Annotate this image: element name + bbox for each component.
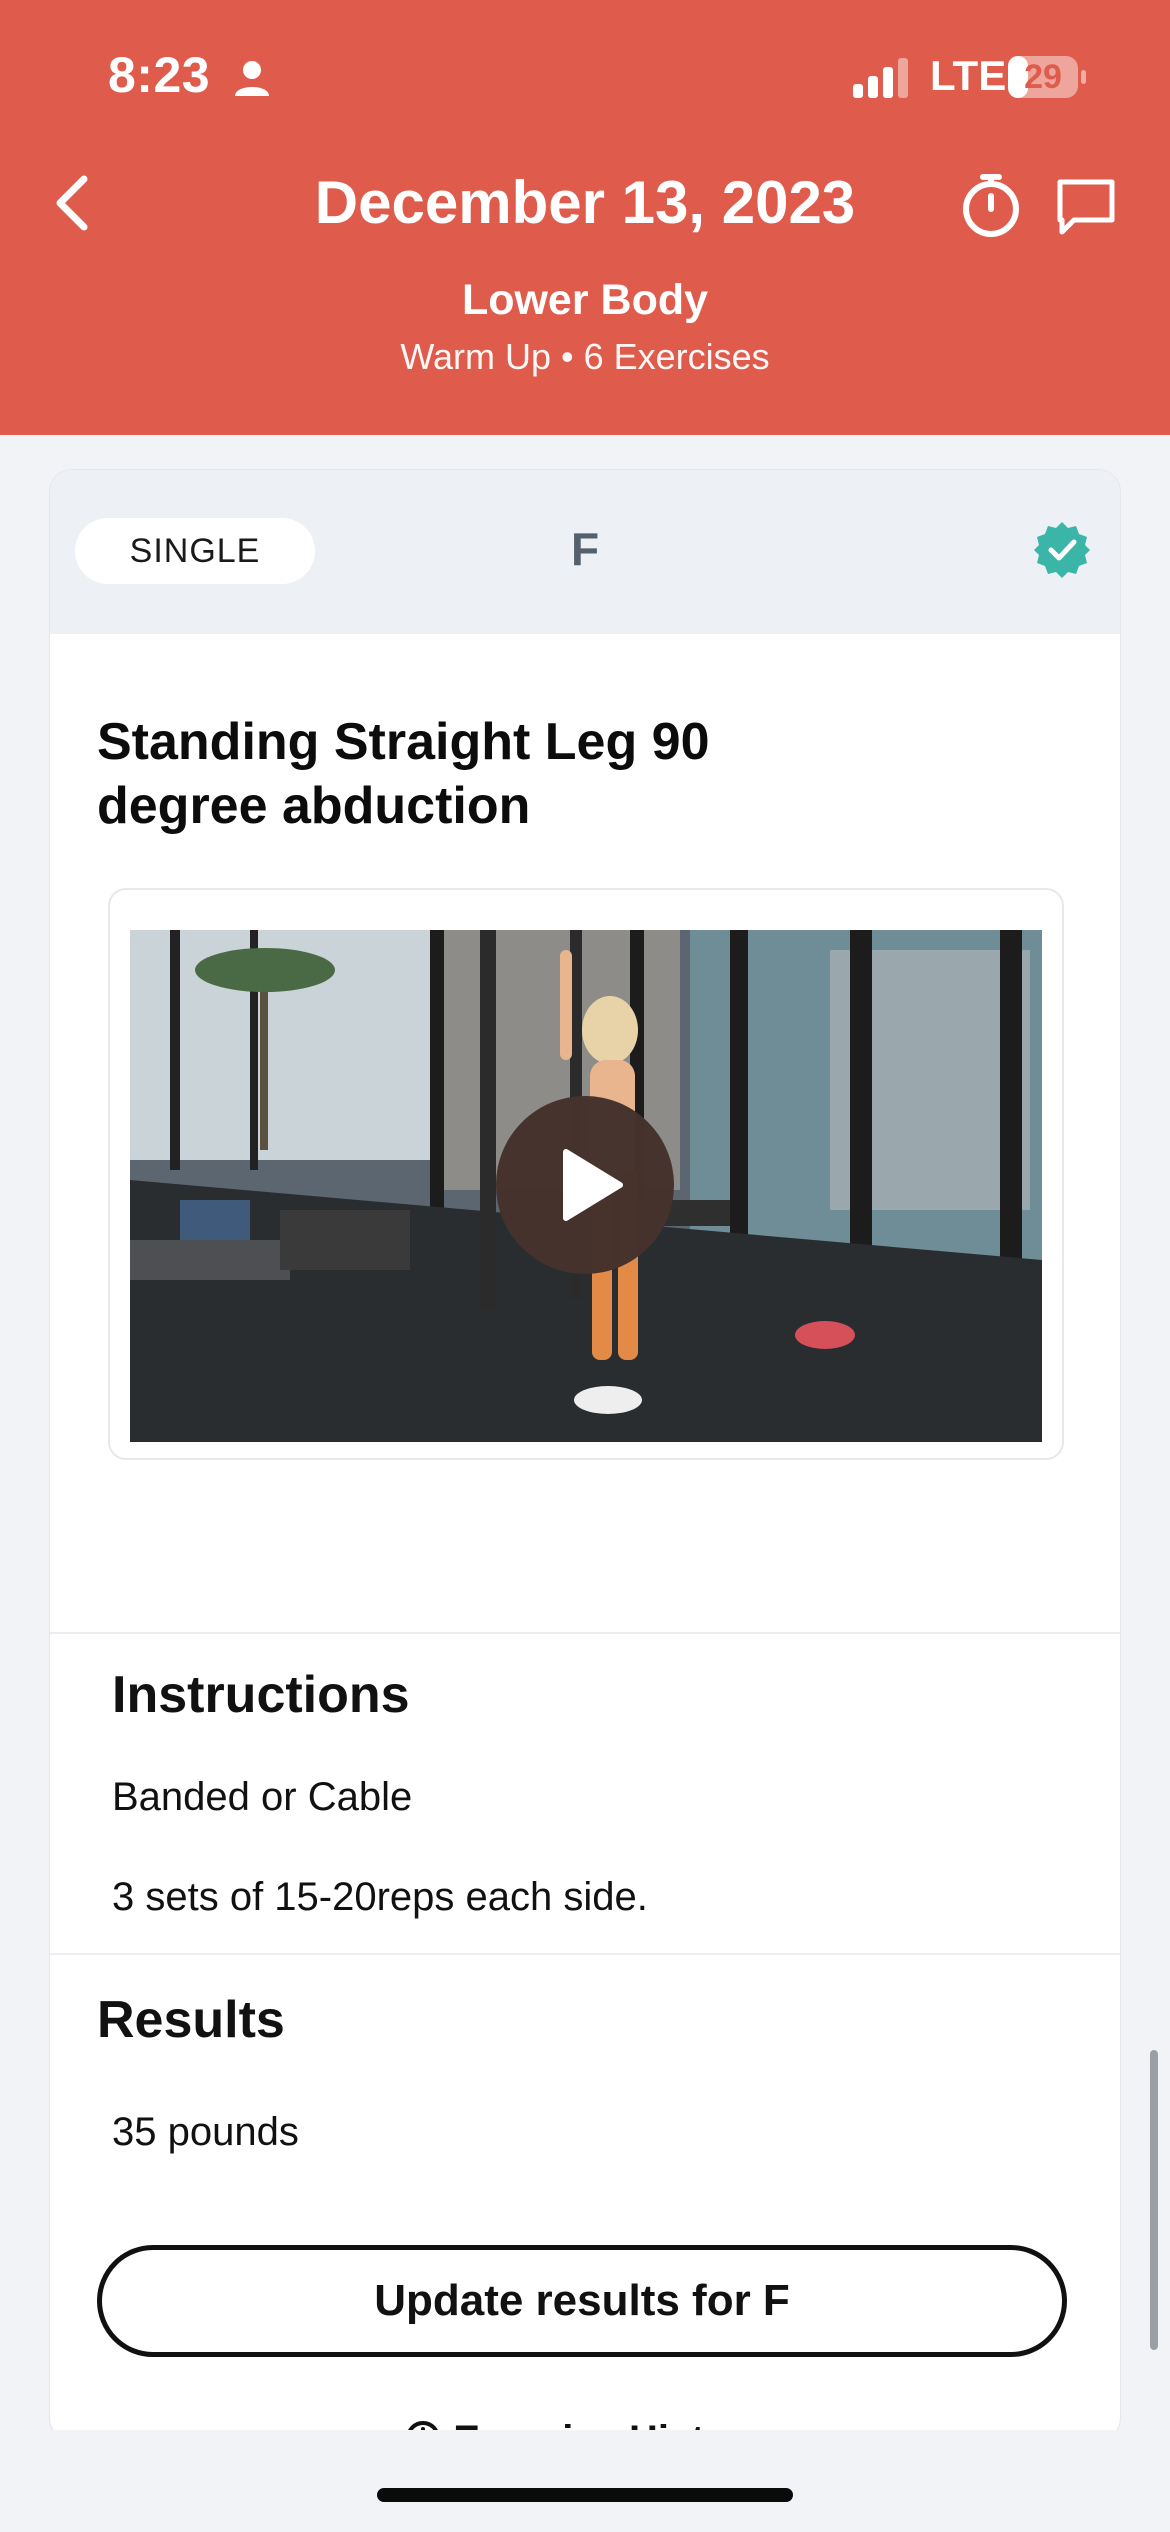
results-heading: Results: [97, 1991, 285, 2049]
chat-bubble-icon[interactable]: [1054, 176, 1118, 238]
completed-check-icon: [1034, 522, 1090, 578]
athlete-initial: F: [570, 523, 600, 575]
results-value: 35 pounds: [112, 2110, 299, 2154]
bottom-safe-area: [0, 2430, 1170, 2532]
status-time: 8:23: [108, 47, 211, 103]
play-icon[interactable]: [496, 1096, 674, 1274]
update-results-button[interactable]: Update results for F: [97, 2245, 1067, 2357]
workout-meta: Warm Up • 6 Exercises: [400, 336, 770, 377]
exercise-card: SINGLE F Standing Straight Leg 90 degree…: [50, 470, 1120, 2440]
workout-header: 8:23 LTE 29 December 13, 2023 Lower Body…: [0, 0, 1170, 435]
section-divider: [50, 1632, 1120, 1634]
card-top-bar: SINGLE F: [50, 470, 1120, 634]
network-type: LTE: [930, 52, 1007, 99]
section-divider: [50, 1953, 1120, 1955]
scrollbar[interactable]: [1150, 2050, 1158, 2350]
workout-name: Lower Body: [461, 276, 709, 324]
battery-indicator: 29: [1008, 56, 1086, 98]
cellular-signal-icon: [853, 58, 908, 98]
instruction-line: Banded or Cable: [112, 1775, 413, 1819]
instruction-line: 3 sets of 15-20reps each side.: [112, 1875, 648, 1919]
instructions-heading: Instructions: [112, 1666, 410, 1724]
battery-level: 29: [1024, 58, 1062, 96]
exercise-title: Standing Straight Leg 90 degree abductio…: [97, 713, 710, 835]
person-icon: [235, 61, 269, 96]
home-indicator[interactable]: [377, 2488, 793, 2502]
stopwatch-icon[interactable]: [958, 172, 1024, 238]
